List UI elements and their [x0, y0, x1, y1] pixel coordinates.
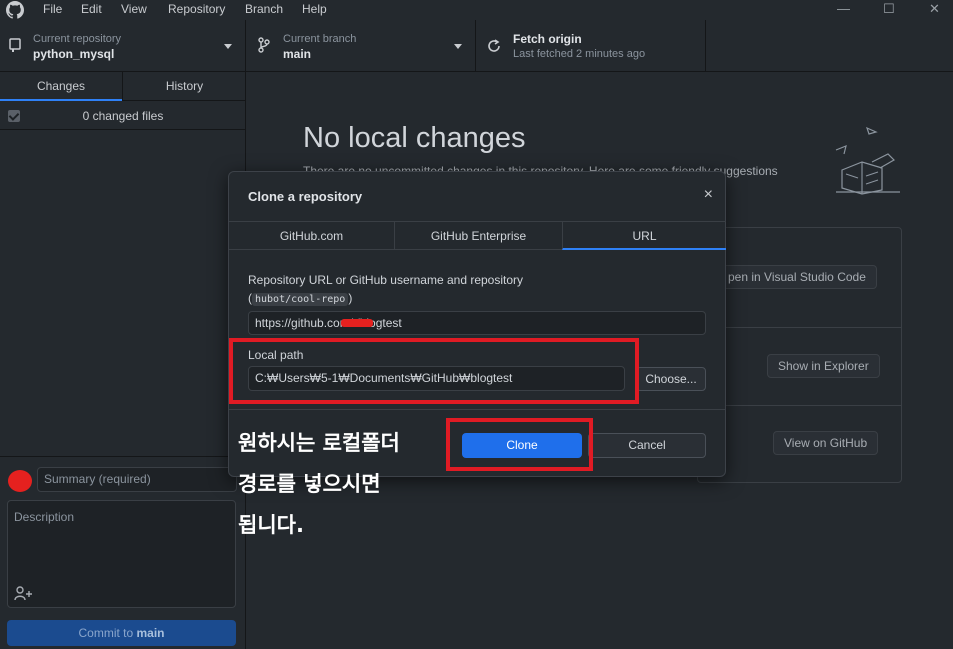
- hint-paren-close: ): [348, 291, 353, 305]
- menu-help[interactable]: Help: [302, 2, 327, 16]
- empty-state-illustration-icon: [835, 126, 900, 195]
- close-icon[interactable]: ×: [704, 186, 713, 204]
- tab-history[interactable]: History: [122, 72, 246, 101]
- title-bar: File Edit View Repository Branch Help — …: [0, 0, 953, 20]
- close-window-icon[interactable]: ✕: [929, 1, 940, 17]
- annotation-clone-highlight: [446, 418, 593, 471]
- github-logo-icon: [6, 1, 24, 19]
- suggestions-box: pen in Visual Studio Code Show in Explor…: [697, 227, 902, 483]
- dialog-title: Clone a repository: [248, 189, 363, 204]
- toolbar: Current repository python_mysql Current …: [0, 20, 953, 72]
- divider: [698, 327, 901, 328]
- commit-button[interactable]: Commit to main: [7, 620, 236, 646]
- show-in-explorer-button[interactable]: Show in Explorer: [767, 354, 880, 378]
- repository-url-label: Repository URL or GitHub username and re…: [248, 273, 524, 287]
- chevron-down-icon: [224, 44, 232, 49]
- view-on-github-button[interactable]: View on GitHub: [773, 431, 879, 455]
- divider: [229, 409, 725, 410]
- annotation-text: 원하시는 로컬폴더 경로를 넣으시면 됩니다.: [238, 423, 448, 546]
- hint-example-code: hubot/cool-repo: [252, 293, 349, 306]
- commit-button-prefix: Commit to: [78, 626, 137, 640]
- tab-github-com[interactable]: GitHub.com: [229, 221, 394, 250]
- menu-view[interactable]: View: [121, 2, 147, 16]
- minimize-icon[interactable]: —: [837, 1, 850, 16]
- commit-button-branch: main: [136, 626, 165, 640]
- redaction-mark: [341, 319, 373, 327]
- avatar: [8, 470, 32, 492]
- changed-files-header: 0 changed files: [0, 102, 246, 130]
- add-coauthor-icon[interactable]: [13, 585, 33, 601]
- current-repository-caption: Current repository: [33, 33, 122, 45]
- fetch-origin-label: Fetch origin: [513, 32, 582, 46]
- annotation-line: 원하시는 로컬폴더: [238, 431, 400, 455]
- summary-input[interactable]: Summary (required): [37, 467, 237, 492]
- menu-branch[interactable]: Branch: [245, 2, 283, 16]
- menu-file[interactable]: File: [43, 2, 62, 16]
- current-repository-name: python_mysql: [33, 47, 115, 61]
- last-fetched-label: Last fetched 2 minutes ago: [513, 48, 646, 60]
- maximize-icon[interactable]: ☐: [883, 1, 895, 17]
- branch-icon: [258, 37, 270, 53]
- sidebar: Changes History 0 changed files Summary …: [0, 72, 246, 649]
- page-title: No local changes: [303, 122, 526, 154]
- annotation-line: 됩니다.: [238, 513, 304, 537]
- chevron-down-icon: [454, 44, 462, 49]
- current-branch-name: main: [283, 47, 312, 61]
- current-repository-button[interactable]: Current repository python_mysql: [0, 20, 246, 72]
- commit-panel: Summary (required) Description Commit to…: [0, 456, 246, 649]
- repository-url-hint: (hubot/cool-repo): [248, 291, 353, 306]
- open-in-editor-button[interactable]: pen in Visual Studio Code: [718, 265, 877, 289]
- current-branch-caption: Current branch: [283, 33, 357, 45]
- current-branch-button[interactable]: Current branch main: [246, 20, 476, 72]
- divider: [698, 405, 901, 406]
- tab-github-enterprise[interactable]: GitHub Enterprise: [394, 221, 562, 250]
- fetch-origin-button[interactable]: Fetch origin Last fetched 2 minutes ago: [476, 20, 706, 72]
- description-input[interactable]: Description: [7, 500, 236, 608]
- repo-icon: [9, 38, 21, 52]
- annotation-line: 경로를 넣으시면: [238, 472, 381, 496]
- menu-edit[interactable]: Edit: [81, 2, 102, 16]
- changed-files-count: 0 changed files: [82, 109, 164, 123]
- cancel-button[interactable]: Cancel: [588, 433, 706, 458]
- description-placeholder: Description: [14, 510, 75, 524]
- tab-changes[interactable]: Changes: [0, 72, 122, 101]
- sync-icon: [488, 39, 500, 52]
- annotation-local-path-highlight: [229, 338, 639, 404]
- choose-button[interactable]: Choose...: [636, 367, 706, 391]
- tab-url[interactable]: URL: [562, 221, 726, 250]
- menu-repository[interactable]: Repository: [168, 2, 225, 16]
- repository-url-input[interactable]: https://github.com/ /blogtest: [248, 311, 706, 335]
